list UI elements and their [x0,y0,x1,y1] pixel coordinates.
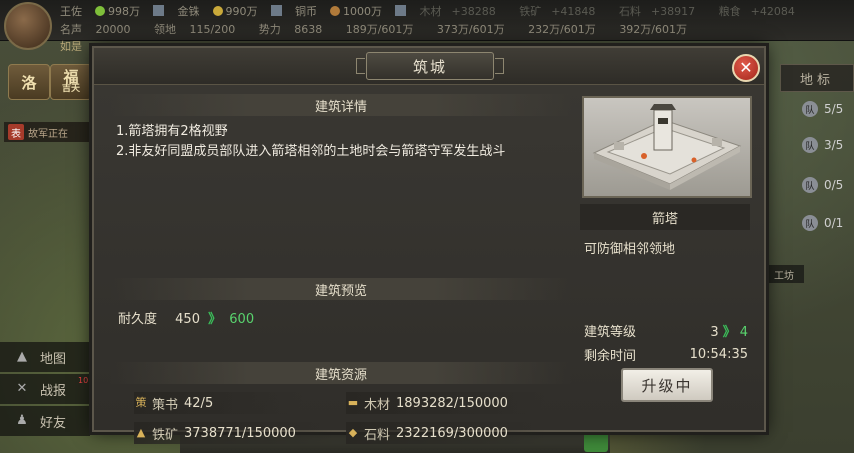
troop-badge-icon: 队 [802,177,818,193]
enemy-notice[interactable]: 表故军正在 [4,122,92,142]
landmark-tab[interactable]: 地标 [780,64,854,92]
building-name: 箭塔 [580,204,750,230]
building-info-pane: 建筑详情 1.箭塔拥有2格视野 2.非友好同盟成员部队进入箭塔相邻的土地时会与箭… [110,92,572,444]
building-level-row: 建筑等级 3 》 4 [584,320,748,340]
time-label: 剩余时间 [584,348,637,364]
friends-icon: ♟ [16,413,28,428]
troop-slot[interactable]: 队 0/5 [802,174,854,196]
iron-icon: ▲ [136,426,146,439]
alert-seal-icon: 表 [8,124,24,140]
plus-icon[interactable] [153,5,164,16]
hud-item: 领地 115/200 [154,23,236,36]
hud-item: 铁矿 +41848 [519,5,596,18]
plus-icon[interactable] [395,5,406,16]
gold-coin-icon [212,6,223,16]
upgrade-arrow-icon: 》 [722,324,736,340]
wood-icon: ▬ [347,396,359,409]
resource-row-2: 名声 20000 领地 115/200 势力 8638 189万/601万 37… [60,21,707,37]
build-dialog: 筑城 ✕ 建筑详情 1.箭塔拥有2格视野 2.非友好同盟成员部队进入箭塔相邻的土… [92,46,766,444]
hud-item: 373万/601万 [436,23,505,36]
troop-badge-icon: 队 [802,101,818,117]
battle-report-menu-item[interactable]: ✕ 战报 10 [0,374,90,404]
resource-item: 策 策书 42/5 [134,392,304,414]
right-sidebar: 地标 队 5/5 队 3/5 队 0/5 队 0/1 工坊 [762,60,854,390]
unread-badge: 10 [78,376,89,385]
upgrade-arrow-icon: 》 [208,312,222,327]
dialog-header: 筑城 ✕ [94,48,764,85]
resource-item: ▲ 铁矿 3738771/150000 [134,422,334,444]
troop-badge-icon: 队 [802,215,818,231]
battle-report-icon: ✕ [16,381,28,396]
resources-heading: 建筑资源 [110,362,572,384]
building-description: 可防御相邻领地 [584,242,676,257]
details-heading: 建筑详情 [110,94,572,116]
hud-item: 王佐 998万 [60,5,164,18]
player-avatar[interactable] [4,2,52,50]
hud-item: 名声 20000 [60,23,131,36]
hud-item: 金铢 990万 [178,5,282,18]
level-values: 3 》 4 [710,324,748,340]
map-icon: ▲ [17,349,27,364]
plus-icon[interactable] [270,5,282,16]
copper-coin-icon [330,6,340,16]
stone-icon: ◆ [348,426,358,439]
hud-item: 392万/601万 [619,23,688,36]
hud-item: 232万/601万 [528,23,596,36]
time-value: 10:54:35 [689,346,748,362]
hud-item: 木材 +38288 [419,5,496,18]
details-text: 1.箭塔拥有2格视野 2.非友好同盟成员部队进入箭塔相邻的土地时会与箭塔守军发生… [116,122,566,162]
top-resource-bar: 王佐 998万 金铢 990万 铜币 1000万 木材 +38288 铁矿 +41848 … [0,0,854,50]
detail-line: 1.箭塔拥有2格视野 [116,124,228,139]
arrow-tower-illustration [592,104,742,190]
green-coin-icon [95,6,105,16]
hud-item: 石料 +38917 [618,5,696,18]
hud-item: 粮食 +42084 [718,5,795,18]
durability-label: 耐久度 [118,312,158,327]
close-button[interactable]: ✕ [732,54,760,82]
dialog-title: 筑城 [356,52,504,80]
arrow-tower-image [582,96,752,198]
hud-item: 铜币 1000万 [295,5,406,18]
troop-badge-icon: 队 [802,137,818,153]
durability-row: 耐久度 450 》 600 [118,308,254,327]
resource-row-1: 王佐 998万 金铢 990万 铜币 1000万 木材 +38288 铁矿 +41848 … [60,3,815,19]
upgrading-button[interactable]: 升级中 [621,368,713,402]
durability-current: 450 [175,312,200,327]
blessing-button[interactable]: 福吉天 [50,64,92,100]
detail-line: 2.非友好同盟成员部队进入箭塔相邻的土地时会与箭塔守军发生战斗 [116,144,506,159]
city-button[interactable]: 洛 [8,64,50,100]
durability-next: 600 [229,312,255,327]
level-label: 建筑等级 [584,324,637,340]
preview-heading: 建筑预览 [110,278,572,300]
player-name: 如是 [60,40,82,53]
troop-slot[interactable]: 队 3/5 [802,134,854,156]
hud-item: 189万/601万 [345,23,414,36]
friends-menu-item[interactable]: ♟ 好友 [0,406,90,436]
bottom-left-menu: ▲ 地图 ✕ 战报 10 ♟ 好友 [0,340,90,438]
map-menu-item[interactable]: ▲ 地图 [0,342,90,372]
policy-book-icon: 策 [135,396,147,409]
resource-item: ▬ 木材 1893282/150000 [346,392,546,414]
remaining-time-row: 剩余时间 10:54:35 [584,344,748,364]
resource-item: ◆ 石料 2322169/300000 [346,422,546,444]
bottom-action-button[interactable] [584,432,608,452]
troop-slot[interactable]: 队 5/5 [802,98,854,120]
troop-slot[interactable]: 队 0/1 [802,212,854,234]
close-icon: ✕ [739,58,753,77]
building-card: 箭塔 可防御相邻领地 建筑等级 3 》 4 剩余时间 10:54:35 升级中 [580,92,752,418]
worksite-label[interactable]: 工坊 [764,265,804,283]
hud-item: 势力 8638 [258,23,323,36]
